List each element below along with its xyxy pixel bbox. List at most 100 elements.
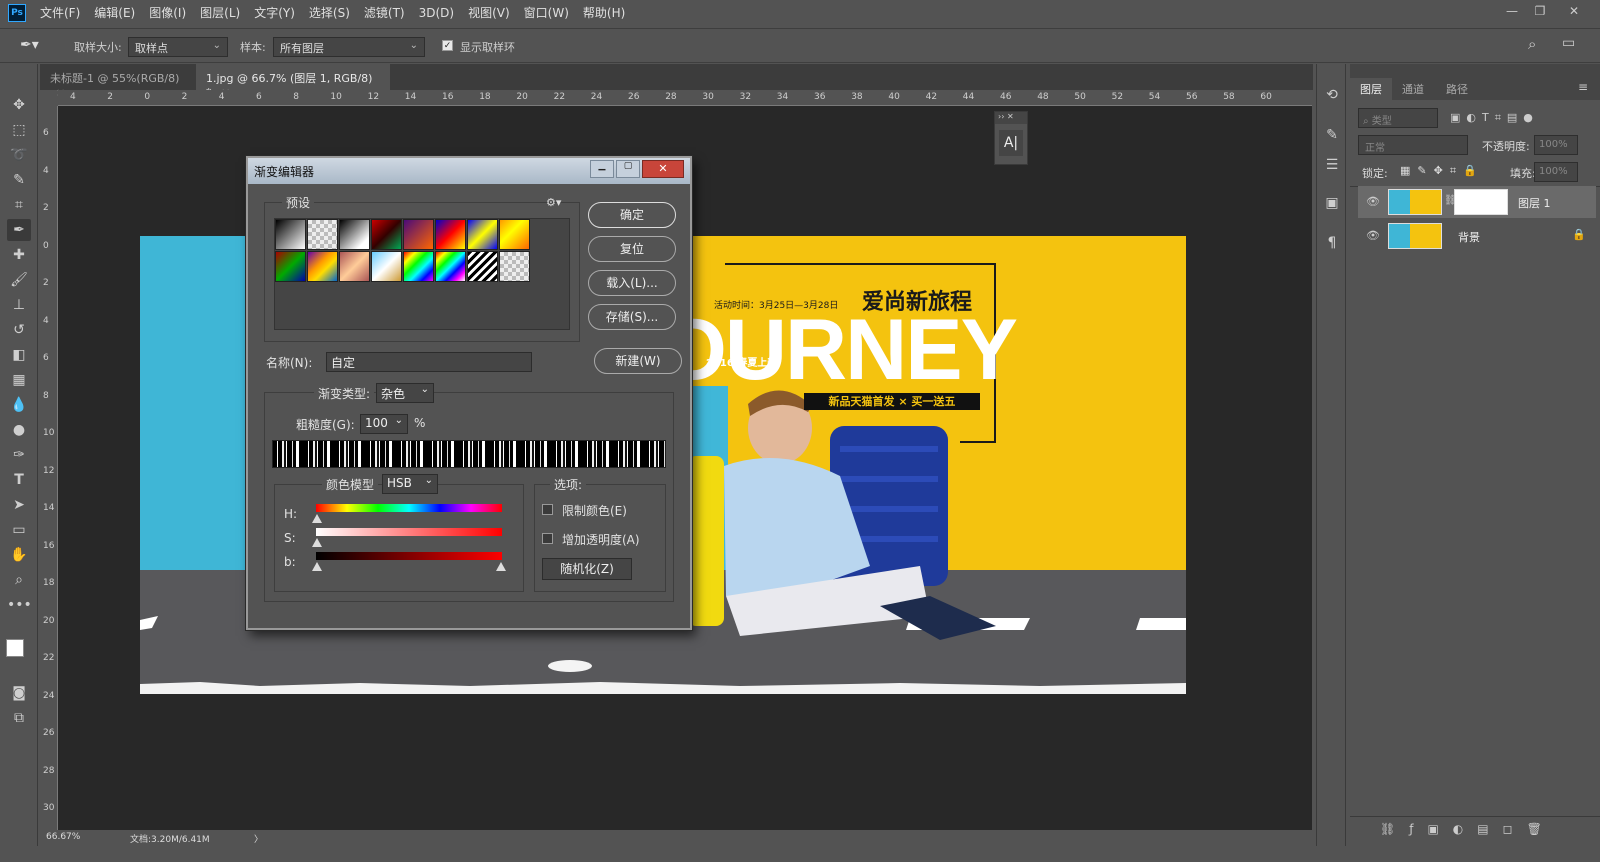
preset-swatch[interactable] [307,219,338,250]
gear-icon[interactable]: ⚙▾ [546,196,561,209]
preset-swatch[interactable] [339,251,370,282]
search-icon[interactable]: ⌕ [1528,35,1536,53]
brightness-slider[interactable] [316,552,502,560]
quick-mask-icon[interactable]: ◙ [7,682,31,704]
layer-name[interactable]: 背景 [1458,229,1480,245]
lock-icons[interactable]: ▦✎✥⌗🔒 [1400,164,1484,178]
healing-brush-tool-icon[interactable]: ✚ [7,244,31,266]
filter-icons[interactable]: ▣◐T⌗▤● [1450,111,1539,125]
brightness-min-handle[interactable] [312,562,322,571]
crop-tool-icon[interactable]: ⌗ [7,194,31,216]
minimize-button[interactable]: — [1500,2,1524,20]
load-button[interactable]: 载入(L)... [588,270,676,296]
hand-tool-icon[interactable]: ✋ [7,544,31,566]
type-tool-icon[interactable]: T [7,469,31,491]
tab-untitled[interactable]: 未标题-1 @ 55%(RGB/8) × [40,64,192,99]
saturation-slider[interactable] [316,528,502,536]
eyedropper-preset-icon[interactable]: ✒▾ [20,37,50,57]
blend-mode-select[interactable]: 正常 [1358,135,1468,155]
reset-button[interactable]: 复位 [588,236,676,262]
panel-menu-icon[interactable]: ≡ [1578,80,1588,94]
status-menu-arrow[interactable]: 〉 [254,832,263,845]
tab-layers[interactable]: 图层 [1350,78,1392,100]
libraries-icon[interactable]: ▣ [1320,192,1344,214]
preset-swatch[interactable] [371,219,402,250]
hue-min-handle[interactable] [312,514,322,523]
layers-footer-icons[interactable]: ⛓ƒ▣◐▤◻🗑 [1380,822,1556,836]
save-button[interactable]: 存储(S)... [588,304,676,330]
rectangle-tool-icon[interactable]: ▭ [7,519,31,541]
layer-filter-select[interactable]: ⌕ 类型 [1358,108,1438,128]
restrict-colors-checkbox[interactable] [542,504,553,515]
menu-layer[interactable]: 图层(L) [200,4,240,21]
adjustments-icon[interactable]: ☰ [1320,154,1344,176]
blur-tool-icon[interactable]: 💧 [7,394,31,416]
color-model-select[interactable]: HSB ⌄ [382,474,438,494]
dialog-minimize-button[interactable]: ▁ [590,160,614,178]
eye-icon[interactable]: 👁 [1366,195,1380,209]
layer-mask-thumbnail[interactable] [1454,189,1508,215]
menu-file[interactable]: 文件(F) [40,4,80,21]
dialog-title-bar[interactable]: 渐变编辑器 ▁ ▢ ✕ [248,158,690,184]
preset-swatch[interactable] [403,251,434,282]
brightness-max-handle[interactable] [496,562,506,571]
restore-button[interactable]: ❐ [1528,2,1552,20]
marquee-tool-icon[interactable]: ⬚ [7,119,31,141]
close-window-button[interactable]: ✕ [1562,2,1586,20]
name-input[interactable]: 自定 [326,352,532,372]
preset-swatch[interactable] [435,251,466,282]
menu-select[interactable]: 选择(S) [309,4,350,21]
gradient-type-select[interactable]: 杂色 ⌄ [376,383,434,403]
dialog-close-button[interactable]: ✕ [642,160,684,178]
preset-swatch[interactable] [339,219,370,250]
menu-filter[interactable]: 滤镜(T) [364,4,405,21]
zoom-level[interactable]: 66.67% [46,832,80,842]
hue-slider[interactable] [316,504,502,512]
menu-window[interactable]: 窗口(W) [524,4,569,21]
sample-select[interactable]: 所有图层 ⌄ [273,37,425,57]
gradient-tool-icon[interactable]: ▦ [7,369,31,391]
lasso-tool-icon[interactable]: ➰ [7,144,31,166]
path-select-tool-icon[interactable]: ➤ [7,494,31,516]
brush-tool-icon[interactable]: 🖌 [7,269,31,291]
workspace-icon[interactable]: ▭ [1562,35,1575,51]
tab-channels[interactable]: 通道 [1392,78,1434,100]
ok-button[interactable]: 确定 [588,202,676,228]
zoom-tool-icon[interactable]: ⌕ [7,569,31,591]
preset-swatch[interactable] [275,251,306,282]
eyedropper-tool-icon[interactable]: ✒ [7,219,31,241]
new-button[interactable]: 新建(W) [594,348,682,374]
dodge-tool-icon[interactable]: ● [7,419,31,441]
randomize-button[interactable]: 随机化(Z) [542,558,632,580]
menu-image[interactable]: 图像(I) [149,4,186,21]
opacity-input[interactable]: 100% [1534,135,1578,155]
saturation-min-handle[interactable] [312,538,322,547]
screen-mode-icon[interactable]: ⧉ [7,707,31,729]
preset-swatch[interactable] [499,219,530,250]
roughness-input[interactable]: 100 ⌄ [360,414,408,434]
layer-row-background[interactable]: 👁 背景 🔒 [1358,220,1596,252]
menu-3d[interactable]: 3D(D) [419,6,454,20]
history-icon[interactable]: ⟲ [1320,84,1344,106]
pen-tool-icon[interactable]: ✑ [7,444,31,466]
preset-swatch[interactable] [403,219,434,250]
show-ring-checkbox[interactable] [442,40,453,51]
add-transparency-checkbox[interactable] [542,533,553,544]
dialog-maximize-button[interactable]: ▢ [616,160,640,178]
move-tool-icon[interactable]: ✥ [7,94,31,116]
clone-stamp-tool-icon[interactable]: ⊥ [7,294,31,316]
preset-swatch[interactable] [307,251,338,282]
fill-input[interactable]: 100% [1534,162,1578,182]
brush-settings-icon[interactable]: ✎ [1320,124,1344,146]
preset-swatch[interactable] [371,251,402,282]
more-tools-icon[interactable]: ••• [7,594,32,616]
history-brush-tool-icon[interactable]: ↺ [7,319,31,341]
menu-edit[interactable]: 编辑(E) [94,4,135,21]
preset-swatch[interactable] [275,219,306,250]
layer-name[interactable]: 图层 1 [1518,195,1551,211]
quick-select-tool-icon[interactable]: ✎ [7,169,31,191]
preset-swatch[interactable] [467,251,498,282]
foreground-color-swatch[interactable] [6,639,24,657]
menu-type[interactable]: 文字(Y) [254,4,295,21]
menu-view[interactable]: 视图(V) [468,4,510,21]
